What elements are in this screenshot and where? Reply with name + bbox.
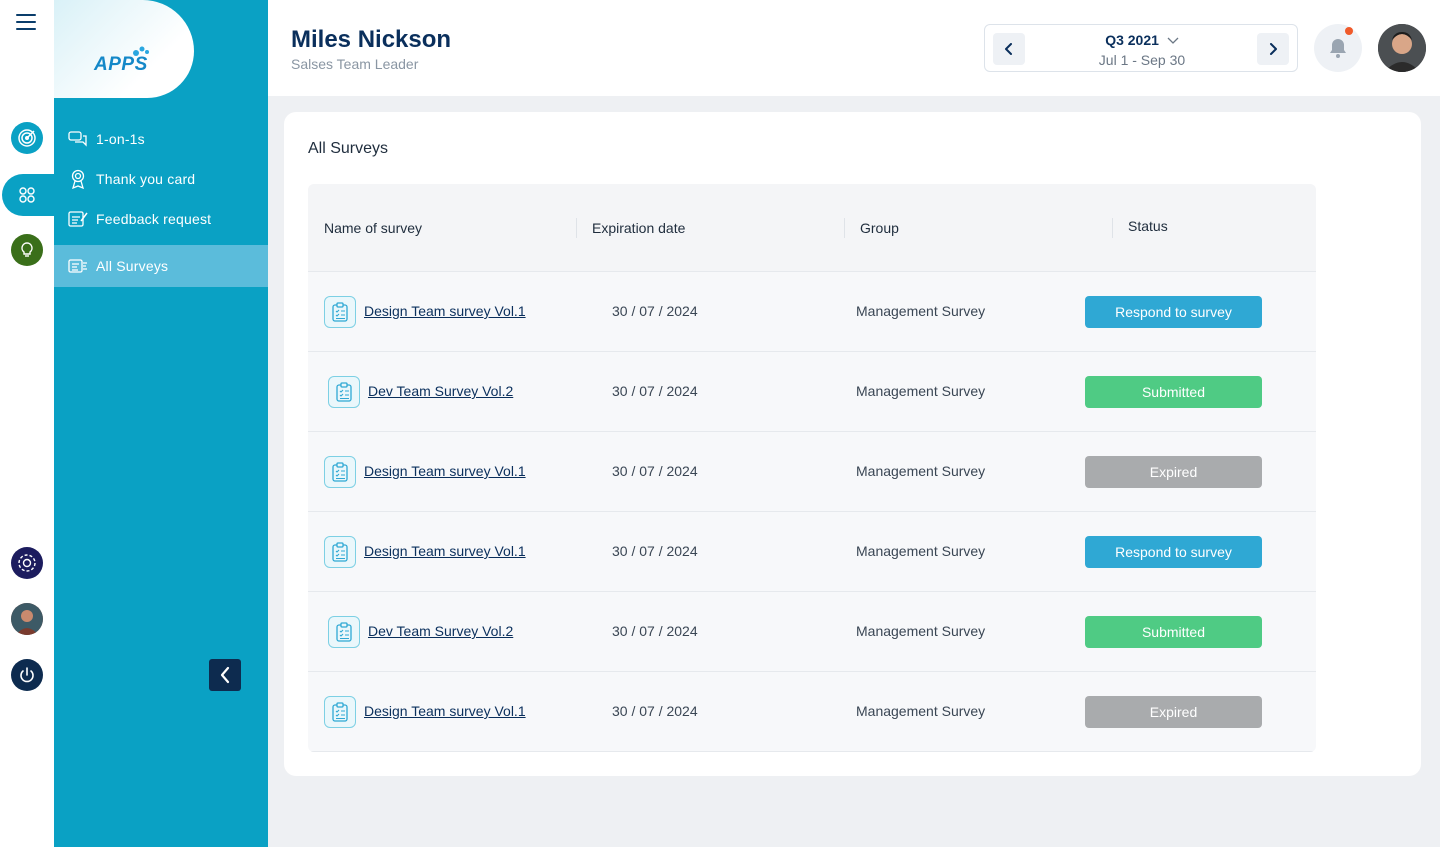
- chevron-left-icon: [220, 666, 230, 684]
- period-range: Jul 1 - Sep 30: [1098, 52, 1186, 68]
- collapse-sidebar-button[interactable]: [209, 659, 241, 691]
- power-icon[interactable]: [11, 659, 43, 691]
- column-divider: [1112, 218, 1113, 238]
- expiration-date: 30 / 07 / 2024: [612, 543, 698, 559]
- logo: APPS: [94, 54, 148, 75]
- survey-group: Management Survey: [856, 703, 986, 719]
- survey-name-link[interactable]: Design Team survey Vol.1: [364, 703, 526, 719]
- survey-name-link[interactable]: Dev Team Survey Vol.2: [368, 623, 513, 639]
- icon-rail: [0, 0, 54, 847]
- people-icon[interactable]: [11, 179, 43, 211]
- top-header: Miles Nickson Salses Team Leader Q3 2021…: [268, 0, 1440, 96]
- page-title: All Surveys: [308, 140, 389, 157]
- surveys-icon: [68, 256, 88, 276]
- column-header-status: Status: [1128, 218, 1168, 234]
- sidebar: APPS 1-on-1s Thank you card Feedback req…: [54, 0, 268, 847]
- period-selector: Q3 2021 Jul 1 - Sep 30: [984, 24, 1298, 72]
- status-badge: Expired: [1085, 456, 1262, 488]
- table-header: Name of survey Expiration date Group Sta…: [308, 184, 1316, 272]
- surveys-table: Name of survey Expiration date Group Sta…: [308, 184, 1316, 752]
- column-header-group: Group: [860, 220, 899, 236]
- sidebar-item-1on1s[interactable]: 1-on-1s: [54, 119, 268, 159]
- chevron-down-icon: [1167, 37, 1179, 44]
- clipboard-icon: [324, 456, 356, 488]
- award-icon: [68, 169, 88, 189]
- notifications-button[interactable]: [1314, 24, 1362, 72]
- user-role: Salses Team Leader: [291, 56, 419, 72]
- column-divider: [576, 218, 577, 238]
- notification-badge: [1345, 27, 1353, 35]
- table-row: Design Team survey Vol.1 30 / 07 / 2024 …: [308, 672, 1316, 752]
- expiration-date: 30 / 07 / 2024: [612, 383, 698, 399]
- table-row: Dev Team Survey Vol.2 30 / 07 / 2024 Man…: [308, 592, 1316, 672]
- column-header-name: Name of survey: [324, 220, 423, 236]
- bell-icon: [1330, 39, 1346, 58]
- feedback-icon: [68, 209, 88, 229]
- chevron-right-icon: [1270, 43, 1277, 55]
- survey-group: Management Survey: [856, 543, 986, 559]
- column-header-expiration: Expiration date: [592, 220, 686, 236]
- avatar[interactable]: [11, 603, 43, 635]
- sidebar-item-label: 1-on-1s: [96, 131, 145, 147]
- sidebar-item-label: Thank you card: [96, 171, 196, 187]
- survey-name-link[interactable]: Design Team survey Vol.1: [364, 303, 526, 319]
- status-badge: Submitted: [1085, 616, 1262, 648]
- expiration-date: 30 / 07 / 2024: [612, 623, 698, 639]
- sidebar-item-all-surveys[interactable]: All Surveys: [54, 245, 268, 287]
- status-badge: Submitted: [1085, 376, 1262, 408]
- profile-avatar[interactable]: [1378, 24, 1426, 72]
- survey-name-link[interactable]: Design Team survey Vol.1: [364, 543, 526, 559]
- menu-icon[interactable]: [16, 14, 36, 30]
- survey-group: Management Survey: [856, 383, 986, 399]
- goals-icon[interactable]: [11, 122, 43, 154]
- clipboard-icon: [328, 376, 360, 408]
- clipboard-icon: [324, 296, 356, 328]
- survey-name-link[interactable]: Design Team survey Vol.1: [364, 463, 526, 479]
- expiration-date: 30 / 07 / 2024: [612, 303, 698, 319]
- expiration-date: 30 / 07 / 2024: [612, 463, 698, 479]
- sidebar-item-label: All Surveys: [96, 258, 169, 274]
- survey-group: Management Survey: [856, 303, 986, 319]
- survey-group: Management Survey: [856, 623, 986, 639]
- clipboard-icon: [328, 616, 360, 648]
- ideas-icon[interactable]: [11, 234, 43, 266]
- chat-icon: [68, 129, 88, 149]
- next-period-button[interactable]: [1257, 33, 1289, 65]
- sidebar-item-label: Feedback request: [96, 211, 212, 227]
- respond-to-survey-button[interactable]: Respond to survey: [1085, 296, 1262, 328]
- clipboard-icon: [324, 536, 356, 568]
- respond-to-survey-button[interactable]: Respond to survey: [1085, 536, 1262, 568]
- survey-group: Management Survey: [856, 463, 986, 479]
- sidebar-item-feedback-request[interactable]: Feedback request: [54, 199, 268, 239]
- expiration-date: 30 / 07 / 2024: [612, 703, 698, 719]
- table-row: Dev Team Survey Vol.2 30 / 07 / 2024 Man…: [308, 352, 1316, 432]
- user-name: Miles Nickson: [291, 26, 452, 53]
- sidebar-item-thank-you-card[interactable]: Thank you card: [54, 159, 268, 199]
- clipboard-icon: [324, 696, 356, 728]
- column-divider: [844, 218, 845, 238]
- survey-name-link[interactable]: Dev Team Survey Vol.2: [368, 383, 513, 399]
- period-title: Q3 2021: [1105, 32, 1159, 48]
- table-row: Design Team survey Vol.1 30 / 07 / 2024 …: [308, 272, 1316, 352]
- logo-area: APPS: [54, 0, 194, 98]
- settings-icon[interactable]: [11, 547, 43, 579]
- table-row: Design Team survey Vol.1 30 / 07 / 2024 …: [308, 432, 1316, 512]
- status-badge: Expired: [1085, 696, 1262, 728]
- period-dropdown[interactable]: Q3 2021: [985, 32, 1299, 48]
- table-row: Design Team survey Vol.1 30 / 07 / 2024 …: [308, 512, 1316, 592]
- surveys-card: All Surveys Name of survey Expiration da…: [284, 112, 1421, 776]
